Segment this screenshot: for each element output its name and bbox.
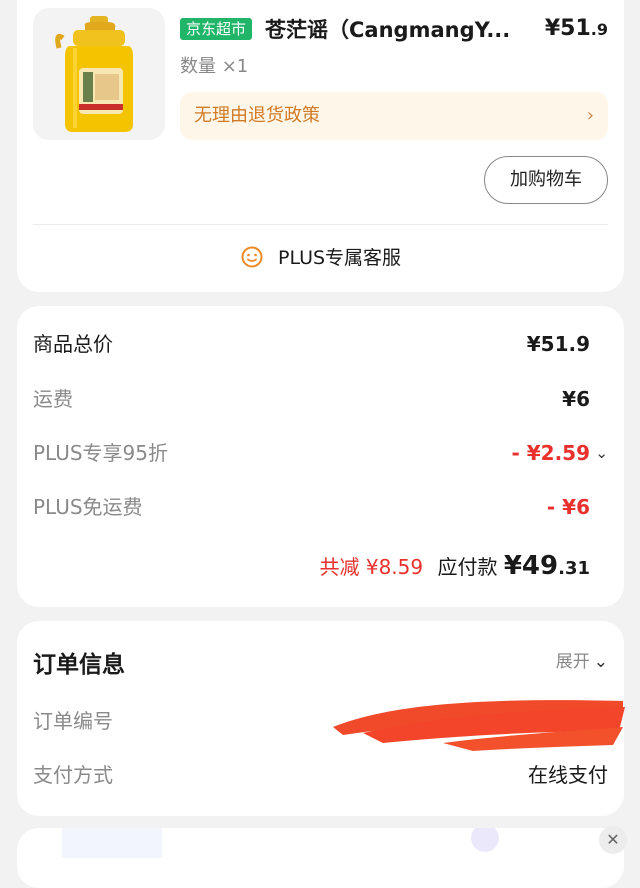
plus-customer-service[interactable]: PLUS专属客服 [17, 240, 624, 276]
chevron-down-icon[interactable]: ⌄ [595, 435, 608, 471]
chevron-down-icon: ⌄ [593, 652, 608, 672]
payment-method-label: 支付方式 [33, 763, 113, 787]
product-price: ¥51.9 [545, 16, 608, 41]
summary-row-subtotal: 商品总价 ¥51.9 [33, 326, 590, 362]
total-discount: 共减 ¥8.59 [319, 555, 424, 579]
shipping-label: 运费 [33, 387, 73, 411]
divider [33, 224, 608, 225]
product-price-cents: .9 [590, 20, 608, 39]
plus-discount-label: PLUS专享95折 [33, 441, 168, 465]
order-number-row: 订单编号 复制 [33, 700, 625, 751]
product-image[interactable] [33, 8, 165, 140]
product-name[interactable]: 苍茫谣（CangmangY... [265, 14, 565, 44]
payable-label: 应付款 [437, 555, 498, 579]
free-shipping-label: PLUS免运费 [33, 495, 143, 519]
recommendation-card-peek[interactable] [17, 824, 624, 888]
free-shipping-value: - ¥6 [546, 495, 590, 519]
payment-method-row: 支付方式 在线支付 [33, 757, 608, 793]
payable-total: 共减 ¥8.59 应付款 ¥49.31 [319, 548, 590, 587]
jd-supermarket-badge: 京东超市 [180, 18, 253, 40]
close-icon[interactable]: ✕ [599, 826, 627, 854]
payable-amount-main: ¥49 [503, 551, 559, 581]
payable-amount-cents: .31 [558, 558, 590, 579]
product-quantity: 数量 ×1 [180, 56, 249, 77]
product-card: 京东超市 苍茫谣（CangmangY... ¥51.9 数量 ×1 无理由退货政… [17, 0, 624, 292]
order-number-label: 订单编号 [33, 709, 113, 733]
oil-bottle-image [55, 16, 133, 132]
summary-row-free-shipping: PLUS免运费 - ¥6 [33, 489, 590, 525]
expand-toggle[interactable]: 展开 ⌄ [556, 647, 608, 672]
smile-chat-icon [241, 246, 263, 267]
product-price-main: ¥51 [544, 16, 591, 41]
subtotal-label: 商品总价 [33, 332, 113, 356]
order-info-title: 订单信息 [33, 652, 125, 678]
price-summary-card: 商品总价 ¥51.9 运费 ¥6 PLUS专享95折 - ¥2.59 ⌄ PLU… [17, 306, 624, 607]
chevron-right-icon: › [586, 105, 594, 126]
add-to-cart-button[interactable]: 加购物车 [484, 156, 608, 204]
return-policy-bar[interactable]: 无理由退货政策 › [180, 92, 608, 140]
payment-method-value: 在线支付 [528, 763, 608, 787]
redaction-scribble [333, 700, 625, 751]
shipping-value: ¥6 [562, 387, 590, 411]
expand-label: 展开 [555, 652, 590, 672]
return-policy-label: 无理由退货政策 [194, 105, 320, 126]
plus-discount-value: - ¥2.59 [511, 441, 590, 465]
summary-row-plus-discount[interactable]: PLUS专享95折 - ¥2.59 ⌄ [33, 435, 608, 471]
service-label: PLUS专属客服 [277, 247, 402, 269]
summary-row-shipping: 运费 ¥6 [33, 381, 590, 417]
subtotal-value: ¥51.9 [526, 332, 590, 356]
order-info-card: 订单信息 展开⌄ 订单编号 复制 支付方式 在线支付 [17, 621, 625, 816]
